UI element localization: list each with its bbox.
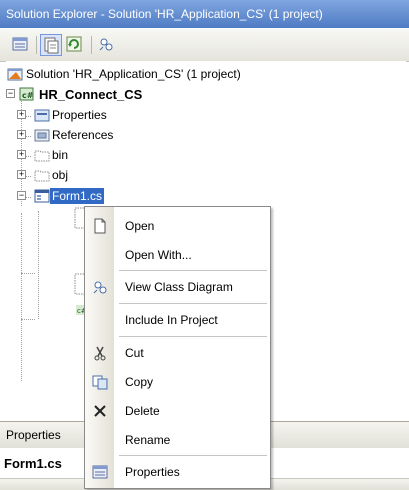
menu-item-include-in-project[interactable]: Include In Project xyxy=(85,306,270,334)
svg-text:c#: c# xyxy=(22,91,34,100)
expand-icon[interactable]: + xyxy=(17,110,26,119)
tree-item-obj[interactable]: + obj xyxy=(6,167,396,183)
tree-item-bin[interactable]: + bin xyxy=(6,147,396,163)
bin-label: bin xyxy=(52,148,69,162)
tree-item-solution[interactable]: Solution 'HR_Application_CS' (1 project) xyxy=(6,66,396,82)
obj-label: obj xyxy=(52,168,69,182)
properties-icon xyxy=(92,465,108,479)
menu-item-label: Cut xyxy=(125,346,144,360)
references-label: References xyxy=(52,128,114,142)
menu-item-label: Properties xyxy=(125,465,180,479)
copy-icon xyxy=(92,375,108,390)
folder-icon xyxy=(34,170,50,182)
menu-item-label: Open xyxy=(125,219,155,233)
references-folder-icon xyxy=(34,129,50,142)
properties-panel-title: Properties xyxy=(6,428,61,442)
solution-label: Solution 'HR_Application_CS' (1 project) xyxy=(26,67,241,81)
menu-item-label: Delete xyxy=(125,404,160,418)
solution-icon xyxy=(7,68,23,81)
scissors-icon xyxy=(94,346,106,361)
delete-icon xyxy=(94,405,106,417)
expand-icon[interactable]: + xyxy=(17,170,26,179)
properties-label: Properties xyxy=(52,108,107,122)
menu-item-cut[interactable]: Cut xyxy=(85,339,270,367)
expand-icon[interactable]: + xyxy=(17,150,26,159)
menu-item-open-with[interactable]: Open With... xyxy=(85,241,270,269)
menu-item-label: Copy xyxy=(125,375,154,389)
menu-item-open[interactable]: Open xyxy=(85,212,270,240)
form-icon xyxy=(34,189,50,203)
view-class-diagram-icon[interactable] xyxy=(96,34,118,56)
menu-item-label: Include In Project xyxy=(125,313,218,327)
show-all-files-icon[interactable] xyxy=(40,34,62,56)
menu-separator xyxy=(119,336,267,337)
menu-item-label: Rename xyxy=(125,433,171,447)
folder-icon xyxy=(34,150,50,162)
menu-item-copy[interactable]: Copy xyxy=(85,368,270,396)
context-menu: Open Open With... View Class Diagram Inc… xyxy=(84,206,271,489)
properties-icon[interactable] xyxy=(10,34,32,56)
collapse-icon[interactable]: − xyxy=(6,89,15,98)
properties-object-name: Form1.cs xyxy=(4,456,62,471)
properties-folder-icon xyxy=(34,109,50,122)
form1-label: Form1.cs xyxy=(50,188,105,204)
document-icon xyxy=(94,218,106,234)
expand-icon[interactable]: + xyxy=(17,130,26,139)
refresh-icon[interactable] xyxy=(64,34,86,56)
menu-item-view-class-diagram[interactable]: View Class Diagram xyxy=(85,273,270,301)
menu-item-delete[interactable]: Delete xyxy=(85,397,270,425)
window-title: Solution Explorer - Solution 'HR_Applica… xyxy=(6,7,323,21)
tree-item-properties[interactable]: + Properties xyxy=(6,107,396,123)
menu-item-label: Open With... xyxy=(125,248,192,262)
menu-separator xyxy=(119,270,267,271)
menu-item-rename[interactable]: Rename xyxy=(85,426,270,454)
menu-separator xyxy=(119,303,267,304)
title-bar: Solution Explorer - Solution 'HR_Applica… xyxy=(0,0,409,28)
tree-item-project[interactable]: − c# HR_Connect_CS xyxy=(6,86,396,102)
menu-item-properties[interactable]: Properties xyxy=(85,458,270,486)
collapse-icon[interactable]: − xyxy=(17,191,26,200)
toolbar xyxy=(0,29,409,62)
menu-item-label: View Class Diagram xyxy=(125,280,233,294)
tree-item-form1[interactable]: − Form1.cs xyxy=(6,188,396,204)
tree-item-references[interactable]: + References xyxy=(6,127,396,143)
csharp-project-icon: c# xyxy=(19,87,34,101)
menu-separator xyxy=(119,455,267,456)
class-diagram-icon xyxy=(93,281,107,294)
project-label: HR_Connect_CS xyxy=(39,87,143,102)
